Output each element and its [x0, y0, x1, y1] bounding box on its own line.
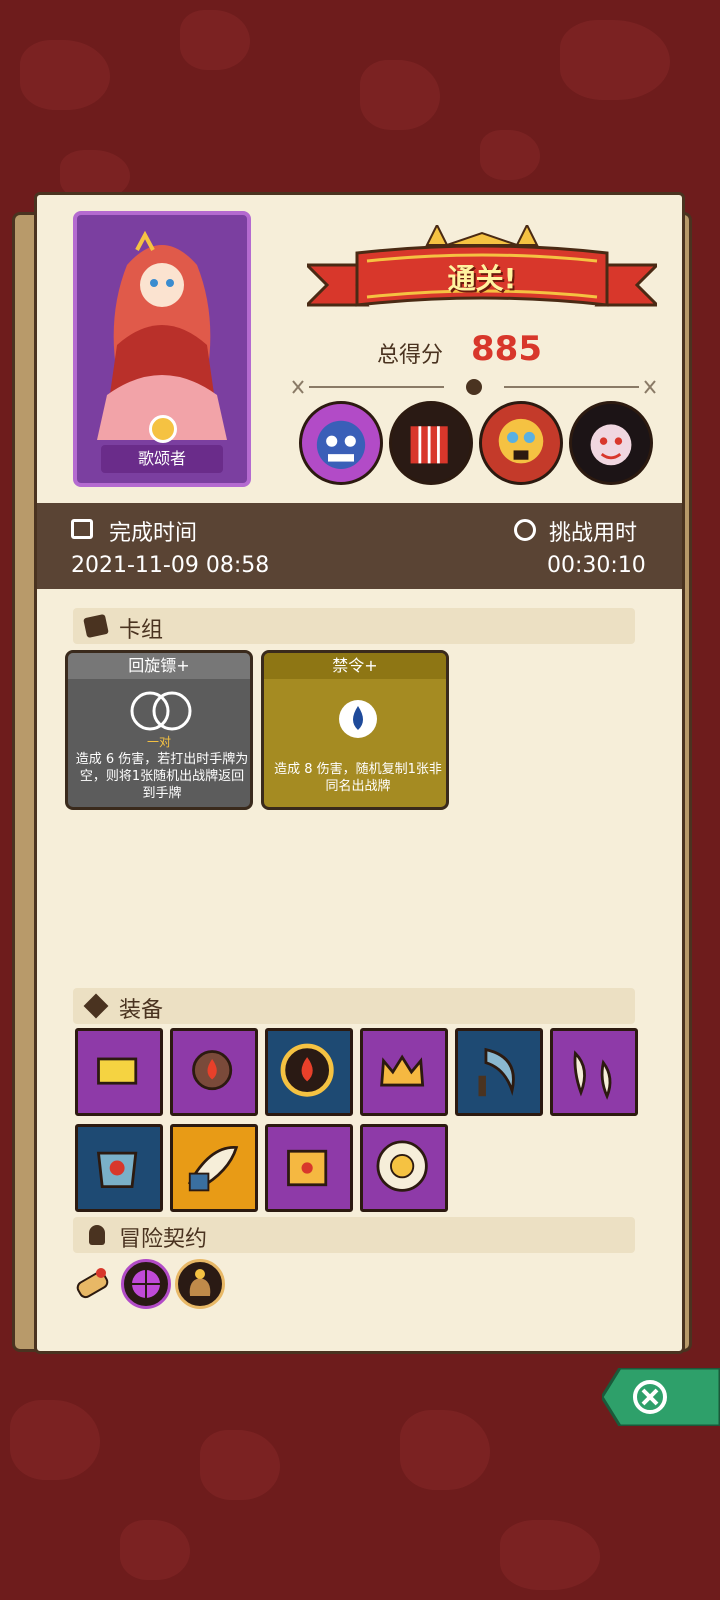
card-boomerang[interactable]: 回旋镖+ 一对 造成 6 伤害，若打出时手牌为空，则将1张随机出战牌返回到手牌 [65, 650, 253, 810]
boss-vampire-icon[interactable] [569, 401, 653, 485]
sack-icon[interactable] [175, 1259, 225, 1309]
card-description: 造成 8 伤害，随机复制1张非同名出战牌 [274, 762, 442, 794]
boss-demon-mask-icon[interactable] [299, 401, 383, 485]
cards-icon [83, 613, 109, 639]
character-name: 歌颂者 [101, 445, 223, 473]
duration-value: 00:30:10 [547, 553, 646, 578]
stopwatch-icon [514, 519, 536, 541]
sun-shield-icon[interactable] [360, 1124, 448, 1212]
run-info-bar: 完成时间 2021-11-09 08:58 挑战用时 00:30:10 [37, 503, 682, 589]
fangs-icon[interactable] [550, 1028, 638, 1116]
armor-icon[interactable] [75, 1124, 163, 1212]
horn-icon[interactable] [170, 1124, 258, 1212]
duration-label: 挑战用时 [549, 521, 638, 546]
gold-bars-icon[interactable] [75, 1028, 163, 1116]
box-icon [83, 993, 109, 1019]
total-score: 总得分 885 [367, 329, 667, 369]
result-panel: 歌颂者 通关! 总得分 885 完成时间 2021-11-09 08:58 挑战… [34, 192, 685, 1354]
card-tag: 一对 [146, 735, 171, 749]
finish-time-label: 完成时间 [109, 521, 198, 546]
equipment-title: 装备 [119, 998, 164, 1023]
scroll-icon[interactable] [67, 1259, 117, 1309]
equipment-section-header: 装备 [73, 988, 635, 1024]
contracts-title: 冒险契约 [119, 1227, 208, 1252]
person-icon [89, 1225, 105, 1245]
deck-section-header: 卡组 [73, 608, 635, 644]
boss-golden-skull-icon[interactable] [479, 401, 563, 485]
pair-rings-icon [130, 691, 192, 731]
character-portrait[interactable]: 歌颂者 [73, 211, 251, 487]
finish-time-value: 2021-11-09 08:58 [71, 553, 270, 578]
victory-title: 通关! [447, 262, 517, 295]
flame-stone-icon[interactable] [170, 1028, 258, 1116]
card-ban[interactable]: 禁令+ 造成 8 伤害，随机复制1张非同名出战牌 [261, 650, 449, 810]
defeated-bosses [299, 401, 669, 491]
crown-icon[interactable] [360, 1028, 448, 1116]
contracts-section-header: 冒险契约 [73, 1217, 635, 1253]
close-button[interactable] [602, 1368, 720, 1426]
sickle-icon[interactable] [455, 1028, 543, 1116]
globe-icon[interactable] [121, 1259, 171, 1309]
score-value: 885 [471, 329, 542, 369]
card-name: 禁令+ [264, 653, 446, 679]
boss-cage-icon[interactable] [389, 401, 473, 485]
rank-medal-icon [149, 415, 177, 443]
spellbook-icon[interactable] [265, 1124, 353, 1212]
card-description: 造成 6 伤害，若打出时手牌为空，则将1张随机出战牌返回到手牌 [75, 752, 249, 801]
score-label: 总得分 [377, 343, 444, 368]
card-name: 回旋镖+ [68, 653, 250, 679]
fire-emblem-icon[interactable] [265, 1028, 353, 1116]
calendar-icon [71, 519, 93, 539]
water-drop-icon [339, 700, 377, 738]
boss-divider [292, 379, 656, 395]
deck-title: 卡组 [119, 618, 164, 643]
